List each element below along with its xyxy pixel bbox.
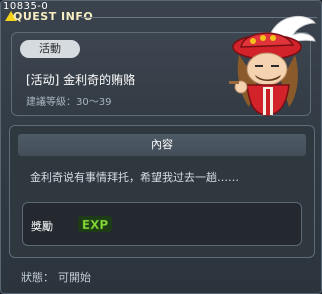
content-header: 內容 [18,134,306,156]
exp-icon: EXP [78,216,112,232]
status-label: 狀態： [21,271,54,284]
quest-content-card: 內容 金利奇说有事情拜托，希望我过去一趟…… 獎勵 EXP [9,125,315,258]
reward-box: 獎勵 EXP [22,202,302,246]
quest-name: [活动] 金利奇的贿赂 [26,73,136,87]
npc-portrait [229,15,317,116]
status-row: 狀態： 可開始 [21,269,95,285]
quest-description: 金利奇说有事情拜托，希望我过去一趟…… [30,171,239,184]
reward-label: 獎勵 [31,220,53,233]
level-range: 30～39 [76,97,112,108]
quest-info-window: 10835-0 QUEST INFO 活動 [活动] 金利奇的贿赂 建議等級：3… [0,0,322,294]
quest-category-tag: 活動 [20,40,80,58]
status-value: 可開始 [58,271,91,284]
recommended-level: 建議等級：30～39 [26,93,111,108]
level-label: 建議等級： [26,97,76,108]
exp-text: EXP [82,218,108,232]
